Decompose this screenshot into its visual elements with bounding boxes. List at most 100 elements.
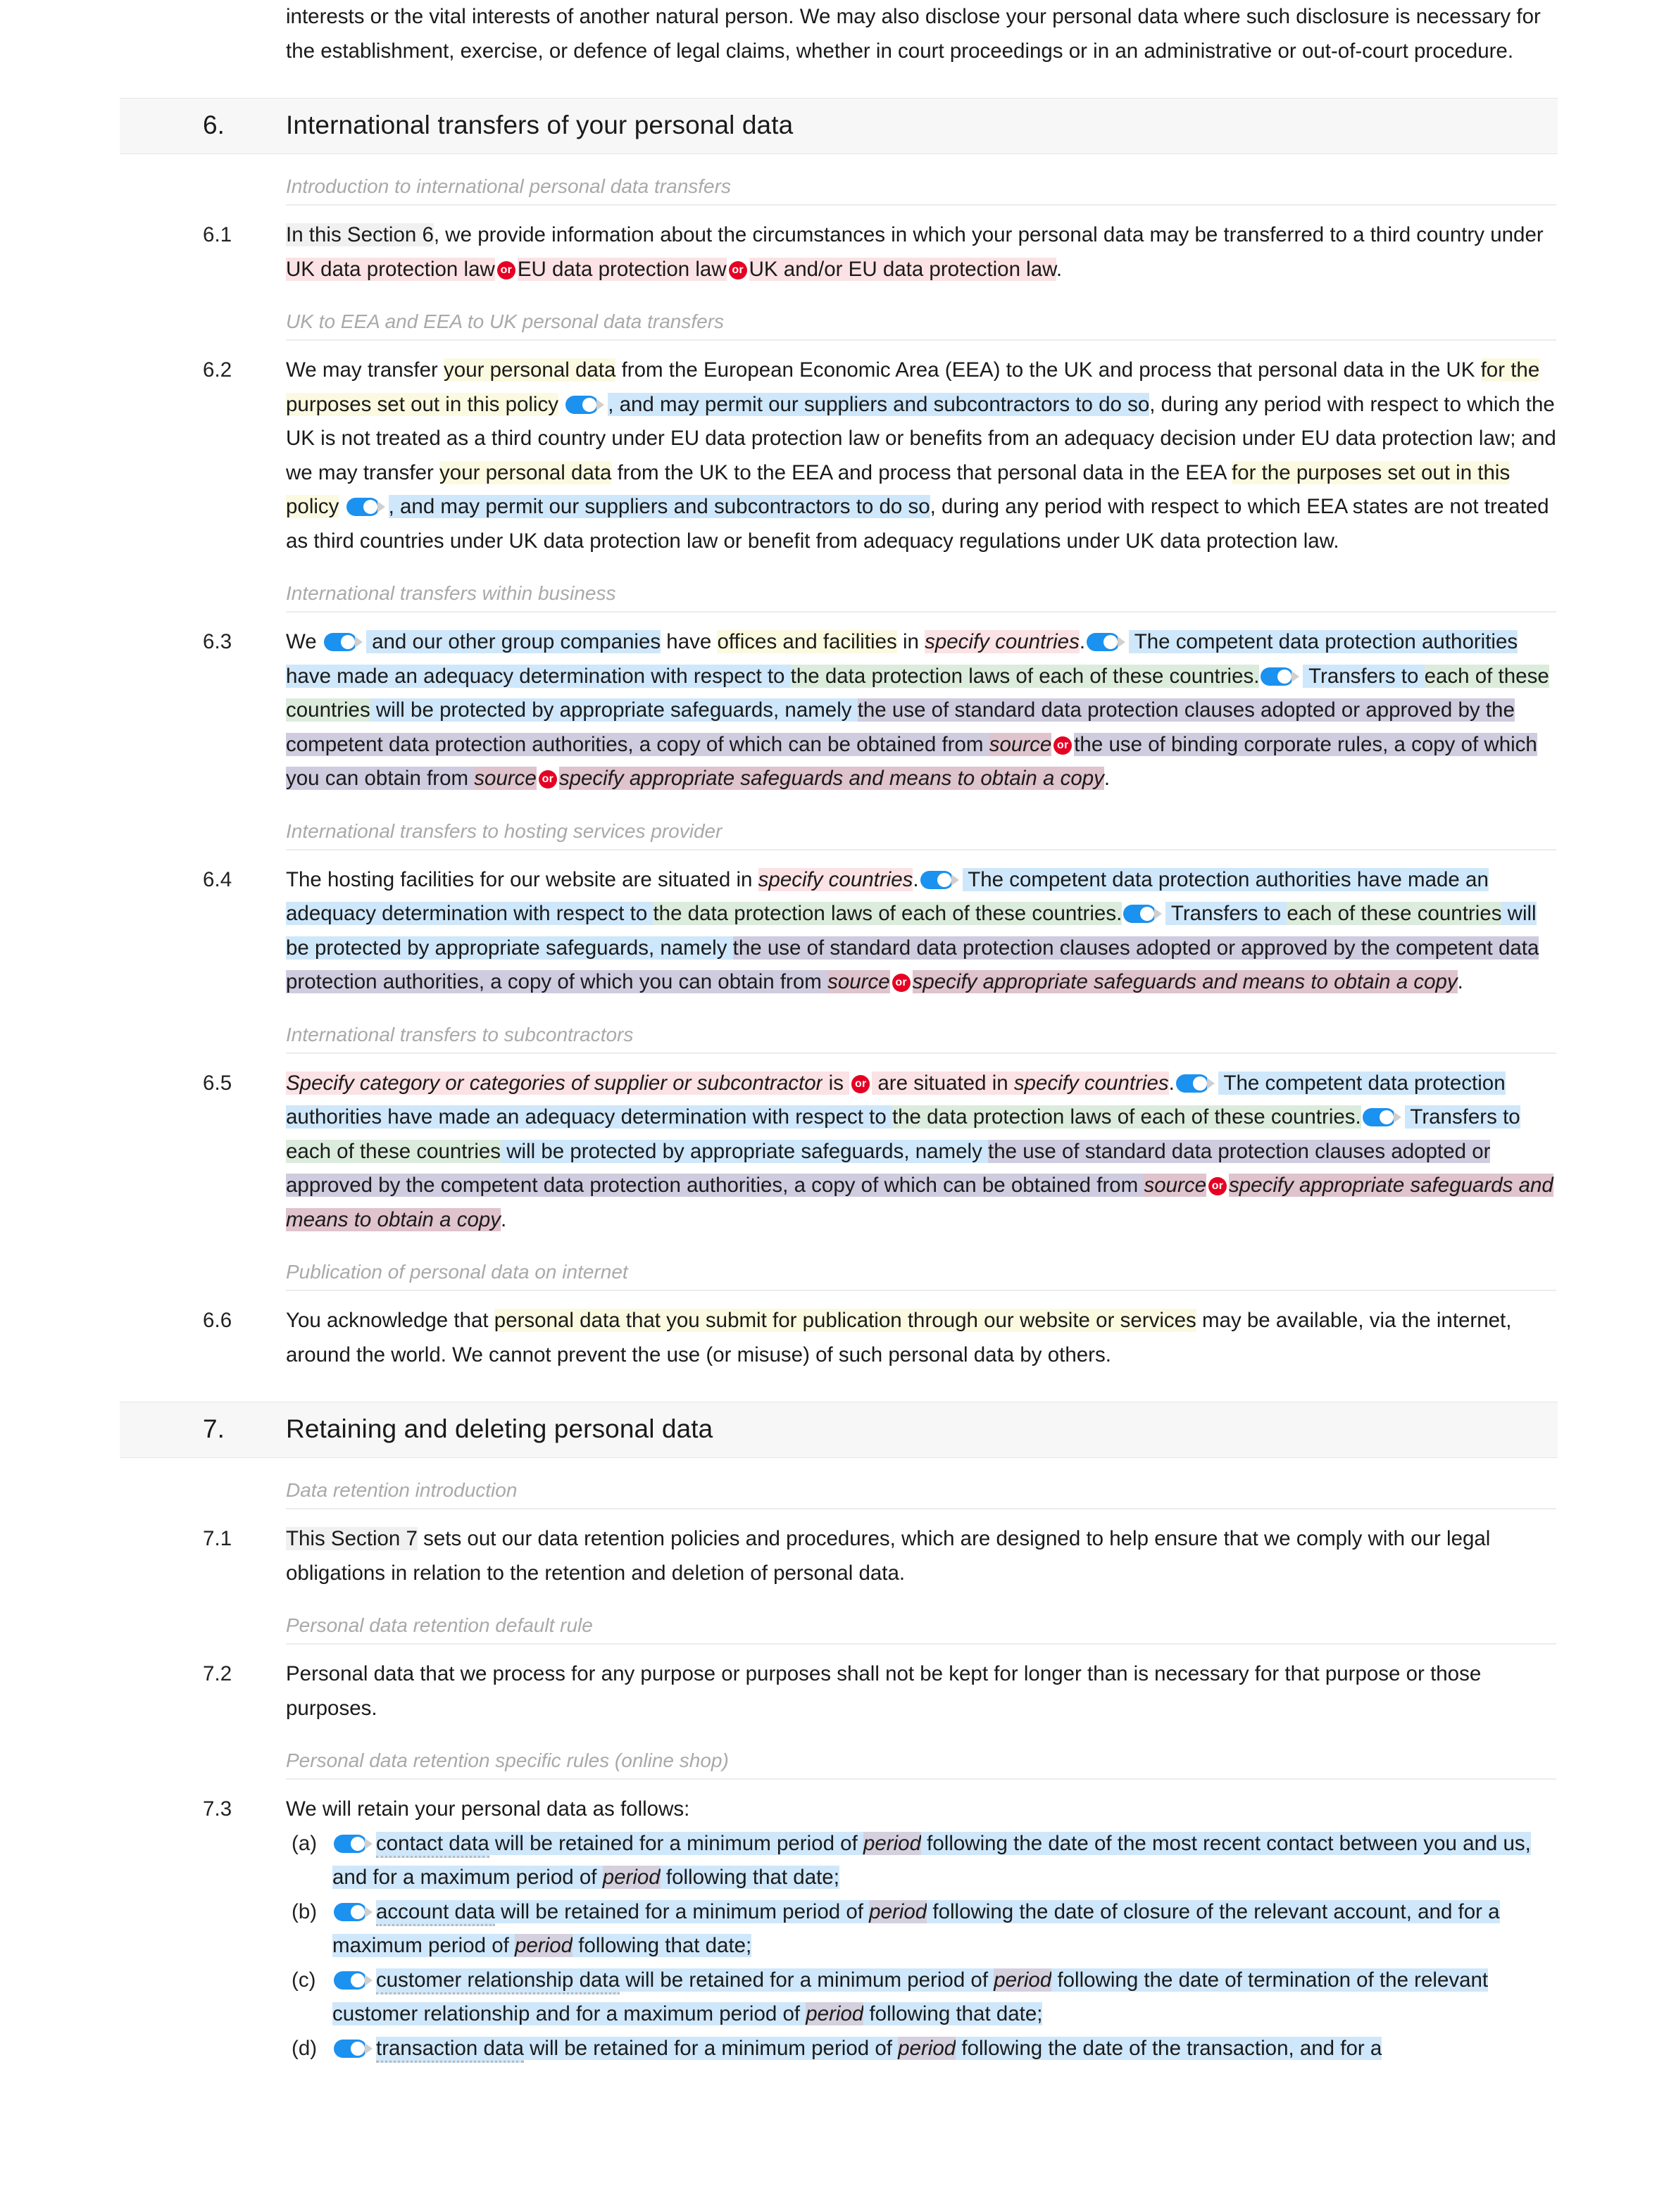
highlighted-text[interactable]: , and may permit our suppliers and subco…: [608, 392, 1150, 416]
expand-arrow-icon[interactable]: [951, 874, 959, 886]
highlighted-text[interactable]: personal data that you submit for public…: [494, 1309, 1196, 1332]
placeholder-field[interactable]: source: [474, 767, 537, 790]
highlighted-text[interactable]: will be protected by appropriate safegua…: [370, 698, 858, 722]
toggle-switch-on-icon[interactable]: [334, 1971, 373, 1990]
placeholder-field[interactable]: period: [515, 1934, 573, 1957]
placeholder-field[interactable]: source: [989, 732, 1052, 756]
toggle-switch-on-icon[interactable]: [1123, 905, 1163, 923]
or-alternative-badge[interactable]: or: [1208, 1177, 1227, 1195]
toggle-switch-on-icon[interactable]: [1362, 1108, 1402, 1126]
highlighted-text[interactable]: Transfers to: [1404, 1105, 1520, 1129]
highlighted-text[interactable]: are situated in: [872, 1071, 1014, 1095]
or-alternative-badge[interactable]: or: [851, 1074, 870, 1093]
highlighted-text[interactable]: will be retained for a minimum period of: [523, 2036, 899, 2060]
placeholder-field[interactable]: period: [869, 1899, 927, 1923]
highlighted-text[interactable]: UK and/or EU data protection law: [749, 257, 1056, 281]
highlighted-text[interactable]: will be retained for a minimum period of: [489, 1831, 863, 1855]
placeholder-field[interactable]: period: [994, 1968, 1052, 1992]
toggle-switch-on-icon[interactable]: [334, 1902, 373, 1921]
clause-number: 6.4: [203, 867, 232, 891]
expand-arrow-icon[interactable]: [1206, 1077, 1215, 1089]
or-alternative-badge[interactable]: or: [728, 260, 747, 279]
toggle-switch-on-icon[interactable]: [334, 2039, 373, 2058]
toggle-switch-on-icon[interactable]: [1261, 667, 1300, 686]
placeholder-field[interactable]: period: [898, 2036, 956, 2060]
section-heading: 6. International transfers of your person…: [120, 98, 1558, 154]
toggle-switch-on-icon[interactable]: [1175, 1074, 1215, 1093]
expand-arrow-icon[interactable]: [365, 1974, 373, 1986]
or-alternative-badge[interactable]: or: [892, 974, 911, 992]
or-alternative-badge[interactable]: or: [538, 770, 557, 788]
placeholder-field[interactable]: period: [863, 1831, 921, 1855]
optional-clause-term[interactable]: transaction data: [376, 2036, 524, 2063]
highlighted-text[interactable]: offices and facilities: [717, 630, 897, 653]
placeholder-field[interactable]: specify countries: [1013, 1071, 1169, 1095]
toggle-switch-on-icon[interactable]: [565, 395, 605, 414]
placeholder-field[interactable]: period: [602, 1866, 661, 1889]
optional-clause-term[interactable]: contact data: [376, 1831, 489, 1858]
highlighted-text[interactable]: will be protected by appropriate safegua…: [501, 1139, 989, 1163]
highlighted-text[interactable]: the data protection laws of each of thes…: [653, 902, 1122, 925]
highlighted-text[interactable]: will be retained for a minimum period of: [620, 1968, 994, 1992]
highlighted-text[interactable]: your personal data: [444, 358, 616, 382]
placeholder-field[interactable]: Specify category or categories of suppli…: [286, 1071, 823, 1095]
highlighted-text[interactable]: This Section 7: [286, 1527, 418, 1550]
expand-arrow-icon[interactable]: [377, 501, 385, 513]
highlighted-text[interactable]: Transfers to: [1303, 664, 1425, 688]
highlighted-text[interactable]: In this Section 6: [286, 223, 434, 246]
optional-clause-term[interactable]: customer relationship data: [376, 1968, 620, 1994]
expand-arrow-icon[interactable]: [354, 636, 363, 648]
expand-arrow-icon[interactable]: [365, 1906, 373, 1918]
toggle-switch-on-icon[interactable]: [1087, 633, 1126, 651]
placeholder-field[interactable]: source: [1144, 1174, 1206, 1197]
toggle-switch-on-icon[interactable]: [323, 633, 363, 651]
highlighted-text[interactable]: EU data protection law: [517, 257, 727, 281]
placeholder-field[interactable]: period: [806, 2002, 864, 2025]
optional-clause-term[interactable]: account data: [376, 1899, 495, 1926]
highlighted-text[interactable]: Transfers to: [1165, 902, 1287, 925]
document-page: interests or the vital interests of anot…: [0, 0, 1676, 2066]
placeholder-field[interactable]: specify countries: [925, 630, 1080, 653]
list-item-letter: (b): [292, 1899, 318, 1923]
expand-arrow-icon[interactable]: [365, 1837, 373, 1849]
placeholder-field[interactable]: source: [827, 970, 890, 993]
expand-arrow-icon[interactable]: [365, 2042, 373, 2054]
placeholder-field[interactable]: specify appropriate safeguards and means…: [912, 970, 1458, 993]
highlighted-text[interactable]: each of these countries: [286, 1139, 501, 1163]
toggle-switch-on-icon[interactable]: [346, 498, 386, 516]
or-alternative-badge[interactable]: or: [496, 260, 515, 279]
toggle-switch-on-icon[interactable]: [334, 1834, 373, 1853]
toggle-switch-on-icon[interactable]: [920, 870, 960, 889]
highlighted-text[interactable]: following the date of the transaction, a…: [956, 2036, 1382, 2060]
clause-number: 6.3: [203, 630, 232, 653]
clause-text: We will retain your personal data as fol…: [286, 1792, 1556, 1827]
expand-arrow-icon[interactable]: [596, 398, 605, 410]
highlighted-text[interactable]: UK data protection law: [286, 257, 495, 281]
clause-text: This Section 7 sets out our data retenti…: [286, 1522, 1556, 1590]
highlighted-text[interactable]: following that date;: [573, 1934, 752, 1957]
list-item-text: customer relationship data will be retai…: [332, 1963, 1556, 2032]
section-heading: 7. Retaining and deleting personal data: [120, 1402, 1558, 1458]
highlighted-text[interactable]: is: [823, 1071, 850, 1095]
list-item: (b) account data will be retained for a m…: [286, 1895, 1556, 1963]
toggle-knob: [582, 397, 597, 412]
list-item: (c) customer relationship data will be re…: [286, 1963, 1556, 2032]
highlighted-text[interactable]: , and may permit our suppliers and subco…: [388, 495, 930, 518]
placeholder-field[interactable]: specify appropriate safeguards and means…: [558, 767, 1104, 790]
clause-text: Specify category or categories of suppli…: [286, 1067, 1556, 1238]
highlighted-text[interactable]: will be retained for a minimum period of: [494, 1899, 870, 1923]
expand-arrow-icon[interactable]: [1154, 908, 1163, 919]
highlighted-text[interactable]: following that date;: [863, 2002, 1043, 2025]
highlighted-text[interactable]: the data protection laws of each of thes…: [892, 1105, 1361, 1129]
clause-text: You acknowledge that personal data that …: [286, 1304, 1556, 1372]
highlighted-text[interactable]: your personal data: [439, 460, 612, 484]
expand-arrow-icon[interactable]: [1292, 670, 1300, 682]
highlighted-text[interactable]: each of these countries: [1287, 902, 1502, 925]
highlighted-text[interactable]: the data protection laws of each of thes…: [790, 664, 1260, 688]
highlighted-text[interactable]: and our other group companies: [365, 630, 661, 653]
highlighted-text[interactable]: following that date;: [660, 1866, 839, 1889]
expand-arrow-icon[interactable]: [1118, 636, 1126, 648]
placeholder-field[interactable]: specify countries: [758, 867, 913, 891]
or-alternative-badge[interactable]: or: [1053, 736, 1072, 755]
expand-arrow-icon[interactable]: [1393, 1112, 1401, 1123]
